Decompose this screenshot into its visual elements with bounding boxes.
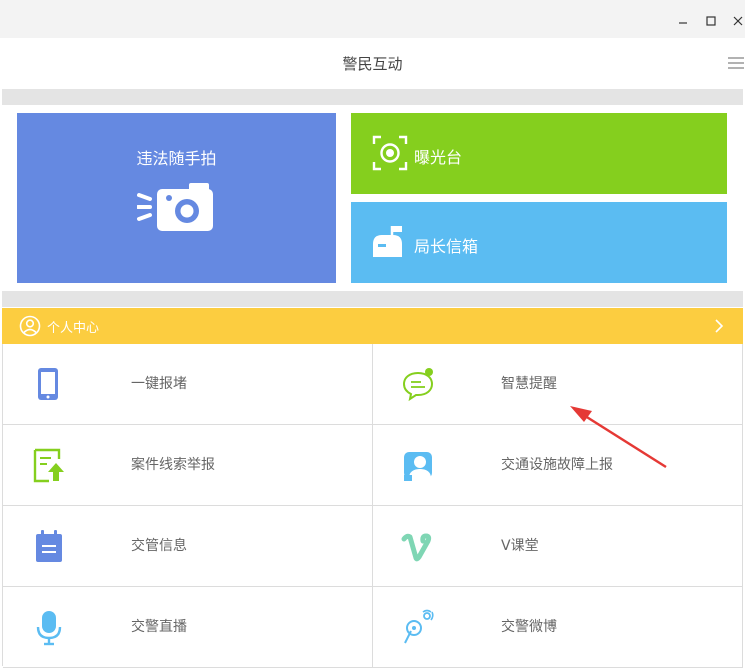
service-grid: 一键报堵 智慧提醒 案件线索举报 交通设施故障上报 交管信息 V课堂 交警直播 … <box>2 344 744 668</box>
personal-center-banner[interactable]: 个人中心 <box>2 308 743 344</box>
app-header: 警民互动 <box>0 38 745 88</box>
report-upload-icon <box>33 448 64 483</box>
hamburger-menu-icon[interactable] <box>727 56 745 70</box>
facility-report-icon <box>404 452 432 481</box>
close-icon[interactable] <box>731 12 745 28</box>
section-divider <box>2 89 743 105</box>
service-smart-reminder[interactable]: 智慧提醒 <box>373 344 743 425</box>
phone-icon <box>38 368 58 400</box>
service-traffic-police-weibo[interactable]: 交警微博 <box>373 587 743 668</box>
page-title: 警民互动 <box>342 55 403 73</box>
chevron-right-icon <box>715 319 724 333</box>
personal-center-label: 个人中心 <box>47 321 100 336</box>
service-v-classroom[interactable]: V课堂 <box>373 506 743 587</box>
tile-report-violation-label: 违法随手拍 <box>136 149 217 168</box>
service-traffic-police-live[interactable]: 交警直播 <box>3 587 373 668</box>
chat-bubble-icon <box>402 368 434 402</box>
service-case-clue-report[interactable]: 案件线索举报 <box>3 425 373 506</box>
section-divider <box>2 291 743 307</box>
service-label: 一键报堵 <box>131 376 187 392</box>
service-label: 案件线索举报 <box>131 457 215 473</box>
tile-exposure-label: 曝光台 <box>414 148 463 167</box>
tile-report-violation[interactable]: 违法随手拍 <box>17 113 336 283</box>
service-label: 交管信息 <box>131 538 187 554</box>
service-facility-fault-report[interactable]: 交通设施故障上报 <box>373 425 743 506</box>
microphone-icon <box>36 611 62 646</box>
camera-icon <box>137 183 213 231</box>
focus-target-icon <box>372 135 408 171</box>
user-circle-icon <box>19 315 41 337</box>
tile-director-mailbox-label: 局长信箱 <box>414 237 479 256</box>
mailbox-icon <box>373 226 402 257</box>
service-label: 交警直播 <box>131 619 187 635</box>
service-label: 交警微博 <box>501 619 557 635</box>
window-titlebar <box>0 0 745 38</box>
service-label: V课堂 <box>501 538 539 554</box>
service-label: 交通设施故障上报 <box>501 457 613 473</box>
vimeo-v-icon <box>401 533 432 562</box>
tile-director-mailbox[interactable]: 局长信箱 <box>351 202 727 283</box>
service-traffic-info[interactable]: 交管信息 <box>3 506 373 587</box>
service-label: 智慧提醒 <box>501 376 557 392</box>
service-one-click-report[interactable]: 一键报堵 <box>3 344 373 425</box>
maximize-icon[interactable] <box>704 12 720 28</box>
minimize-icon[interactable] <box>676 12 692 28</box>
weibo-icon <box>404 609 434 644</box>
notepad-icon <box>36 530 62 562</box>
tile-exposure[interactable]: 曝光台 <box>351 113 727 194</box>
